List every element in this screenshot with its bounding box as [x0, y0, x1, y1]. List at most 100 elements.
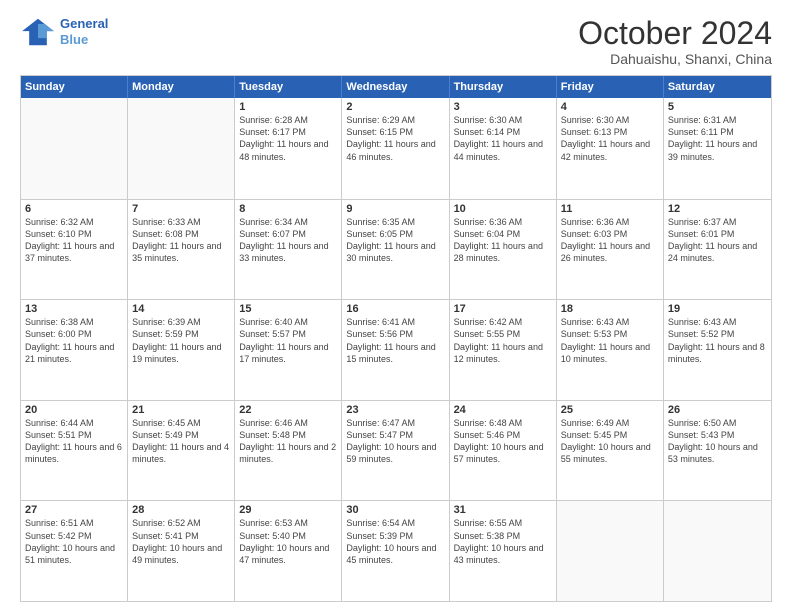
header-saturday: Saturday: [664, 76, 771, 98]
header-thursday: Thursday: [450, 76, 557, 98]
day-info: Sunrise: 6:53 AMSunset: 5:40 PMDaylight:…: [239, 517, 337, 566]
day-25: 25Sunrise: 6:49 AMSunset: 5:45 PMDayligh…: [557, 401, 664, 501]
day-number: 18: [561, 303, 659, 315]
day-number: 7: [132, 203, 230, 215]
day-info: Sunrise: 6:52 AMSunset: 5:41 PMDaylight:…: [132, 517, 230, 566]
day-info: Sunrise: 6:38 AMSunset: 6:00 PMDaylight:…: [25, 316, 123, 365]
header-friday: Friday: [557, 76, 664, 98]
day-info: Sunrise: 6:39 AMSunset: 5:59 PMDaylight:…: [132, 316, 230, 365]
calendar-body: 1Sunrise: 6:28 AMSunset: 6:17 PMDaylight…: [21, 98, 771, 601]
day-number: 27: [25, 504, 123, 516]
day-number: 28: [132, 504, 230, 516]
day-24: 24Sunrise: 6:48 AMSunset: 5:46 PMDayligh…: [450, 401, 557, 501]
week-5: 27Sunrise: 6:51 AMSunset: 5:42 PMDayligh…: [21, 500, 771, 601]
day-number: 4: [561, 101, 659, 113]
day-info: Sunrise: 6:42 AMSunset: 5:55 PMDaylight:…: [454, 316, 552, 365]
day-number: 11: [561, 203, 659, 215]
day-number: 23: [346, 404, 444, 416]
day-number: 16: [346, 303, 444, 315]
day-5: 5Sunrise: 6:31 AMSunset: 6:11 PMDaylight…: [664, 98, 771, 199]
empty-cell: [21, 98, 128, 199]
day-number: 19: [668, 303, 767, 315]
day-28: 28Sunrise: 6:52 AMSunset: 5:41 PMDayligh…: [128, 501, 235, 601]
day-6: 6Sunrise: 6:32 AMSunset: 6:10 PMDaylight…: [21, 200, 128, 300]
day-info: Sunrise: 6:28 AMSunset: 6:17 PMDaylight:…: [239, 114, 337, 163]
day-info: Sunrise: 6:30 AMSunset: 6:13 PMDaylight:…: [561, 114, 659, 163]
day-number: 15: [239, 303, 337, 315]
day-10: 10Sunrise: 6:36 AMSunset: 6:04 PMDayligh…: [450, 200, 557, 300]
week-2: 6Sunrise: 6:32 AMSunset: 6:10 PMDaylight…: [21, 199, 771, 300]
day-info: Sunrise: 6:29 AMSunset: 6:15 PMDaylight:…: [346, 114, 444, 163]
header-sunday: Sunday: [21, 76, 128, 98]
day-info: Sunrise: 6:44 AMSunset: 5:51 PMDaylight:…: [25, 417, 123, 466]
day-number: 3: [454, 101, 552, 113]
day-info: Sunrise: 6:34 AMSunset: 6:07 PMDaylight:…: [239, 216, 337, 265]
day-info: Sunrise: 6:40 AMSunset: 5:57 PMDaylight:…: [239, 316, 337, 365]
day-number: 31: [454, 504, 552, 516]
day-number: 17: [454, 303, 552, 315]
day-info: Sunrise: 6:37 AMSunset: 6:01 PMDaylight:…: [668, 216, 767, 265]
month-title: October 2024: [578, 16, 772, 51]
day-info: Sunrise: 6:43 AMSunset: 5:52 PMDaylight:…: [668, 316, 767, 365]
location: Dahuaishu, Shanxi, China: [578, 51, 772, 67]
day-number: 1: [239, 101, 337, 113]
day-31: 31Sunrise: 6:55 AMSunset: 5:38 PMDayligh…: [450, 501, 557, 601]
day-15: 15Sunrise: 6:40 AMSunset: 5:57 PMDayligh…: [235, 300, 342, 400]
day-number: 29: [239, 504, 337, 516]
empty-cell: [557, 501, 664, 601]
day-9: 9Sunrise: 6:35 AMSunset: 6:05 PMDaylight…: [342, 200, 449, 300]
day-22: 22Sunrise: 6:46 AMSunset: 5:48 PMDayligh…: [235, 401, 342, 501]
day-info: Sunrise: 6:55 AMSunset: 5:38 PMDaylight:…: [454, 517, 552, 566]
header-wednesday: Wednesday: [342, 76, 449, 98]
day-4: 4Sunrise: 6:30 AMSunset: 6:13 PMDaylight…: [557, 98, 664, 199]
day-20: 20Sunrise: 6:44 AMSunset: 5:51 PMDayligh…: [21, 401, 128, 501]
day-info: Sunrise: 6:30 AMSunset: 6:14 PMDaylight:…: [454, 114, 552, 163]
day-number: 30: [346, 504, 444, 516]
day-number: 12: [668, 203, 767, 215]
header-tuesday: Tuesday: [235, 76, 342, 98]
day-info: Sunrise: 6:47 AMSunset: 5:47 PMDaylight:…: [346, 417, 444, 466]
calendar: Sunday Monday Tuesday Wednesday Thursday…: [20, 75, 772, 602]
day-number: 24: [454, 404, 552, 416]
day-info: Sunrise: 6:32 AMSunset: 6:10 PMDaylight:…: [25, 216, 123, 265]
day-2: 2Sunrise: 6:29 AMSunset: 6:15 PMDaylight…: [342, 98, 449, 199]
day-info: Sunrise: 6:43 AMSunset: 5:53 PMDaylight:…: [561, 316, 659, 365]
day-27: 27Sunrise: 6:51 AMSunset: 5:42 PMDayligh…: [21, 501, 128, 601]
day-8: 8Sunrise: 6:34 AMSunset: 6:07 PMDaylight…: [235, 200, 342, 300]
empty-cell: [128, 98, 235, 199]
day-info: Sunrise: 6:45 AMSunset: 5:49 PMDaylight:…: [132, 417, 230, 466]
day-17: 17Sunrise: 6:42 AMSunset: 5:55 PMDayligh…: [450, 300, 557, 400]
day-29: 29Sunrise: 6:53 AMSunset: 5:40 PMDayligh…: [235, 501, 342, 601]
day-number: 21: [132, 404, 230, 416]
day-23: 23Sunrise: 6:47 AMSunset: 5:47 PMDayligh…: [342, 401, 449, 501]
logo-icon: [20, 17, 56, 47]
day-info: Sunrise: 6:50 AMSunset: 5:43 PMDaylight:…: [668, 417, 767, 466]
day-info: Sunrise: 6:46 AMSunset: 5:48 PMDaylight:…: [239, 417, 337, 466]
calendar-header: Sunday Monday Tuesday Wednesday Thursday…: [21, 76, 771, 98]
day-number: 20: [25, 404, 123, 416]
day-number: 5: [668, 101, 767, 113]
day-21: 21Sunrise: 6:45 AMSunset: 5:49 PMDayligh…: [128, 401, 235, 501]
day-26: 26Sunrise: 6:50 AMSunset: 5:43 PMDayligh…: [664, 401, 771, 501]
empty-cell: [664, 501, 771, 601]
day-info: Sunrise: 6:54 AMSunset: 5:39 PMDaylight:…: [346, 517, 444, 566]
day-30: 30Sunrise: 6:54 AMSunset: 5:39 PMDayligh…: [342, 501, 449, 601]
logo: General Blue: [20, 16, 108, 47]
day-number: 22: [239, 404, 337, 416]
day-number: 6: [25, 203, 123, 215]
day-info: Sunrise: 6:41 AMSunset: 5:56 PMDaylight:…: [346, 316, 444, 365]
title-block: October 2024 Dahuaishu, Shanxi, China: [578, 16, 772, 67]
day-13: 13Sunrise: 6:38 AMSunset: 6:00 PMDayligh…: [21, 300, 128, 400]
day-info: Sunrise: 6:36 AMSunset: 6:03 PMDaylight:…: [561, 216, 659, 265]
day-3: 3Sunrise: 6:30 AMSunset: 6:14 PMDaylight…: [450, 98, 557, 199]
day-7: 7Sunrise: 6:33 AMSunset: 6:08 PMDaylight…: [128, 200, 235, 300]
day-number: 13: [25, 303, 123, 315]
day-number: 8: [239, 203, 337, 215]
day-info: Sunrise: 6:31 AMSunset: 6:11 PMDaylight:…: [668, 114, 767, 163]
day-12: 12Sunrise: 6:37 AMSunset: 6:01 PMDayligh…: [664, 200, 771, 300]
day-info: Sunrise: 6:36 AMSunset: 6:04 PMDaylight:…: [454, 216, 552, 265]
day-number: 14: [132, 303, 230, 315]
day-number: 10: [454, 203, 552, 215]
day-number: 9: [346, 203, 444, 215]
day-info: Sunrise: 6:49 AMSunset: 5:45 PMDaylight:…: [561, 417, 659, 466]
